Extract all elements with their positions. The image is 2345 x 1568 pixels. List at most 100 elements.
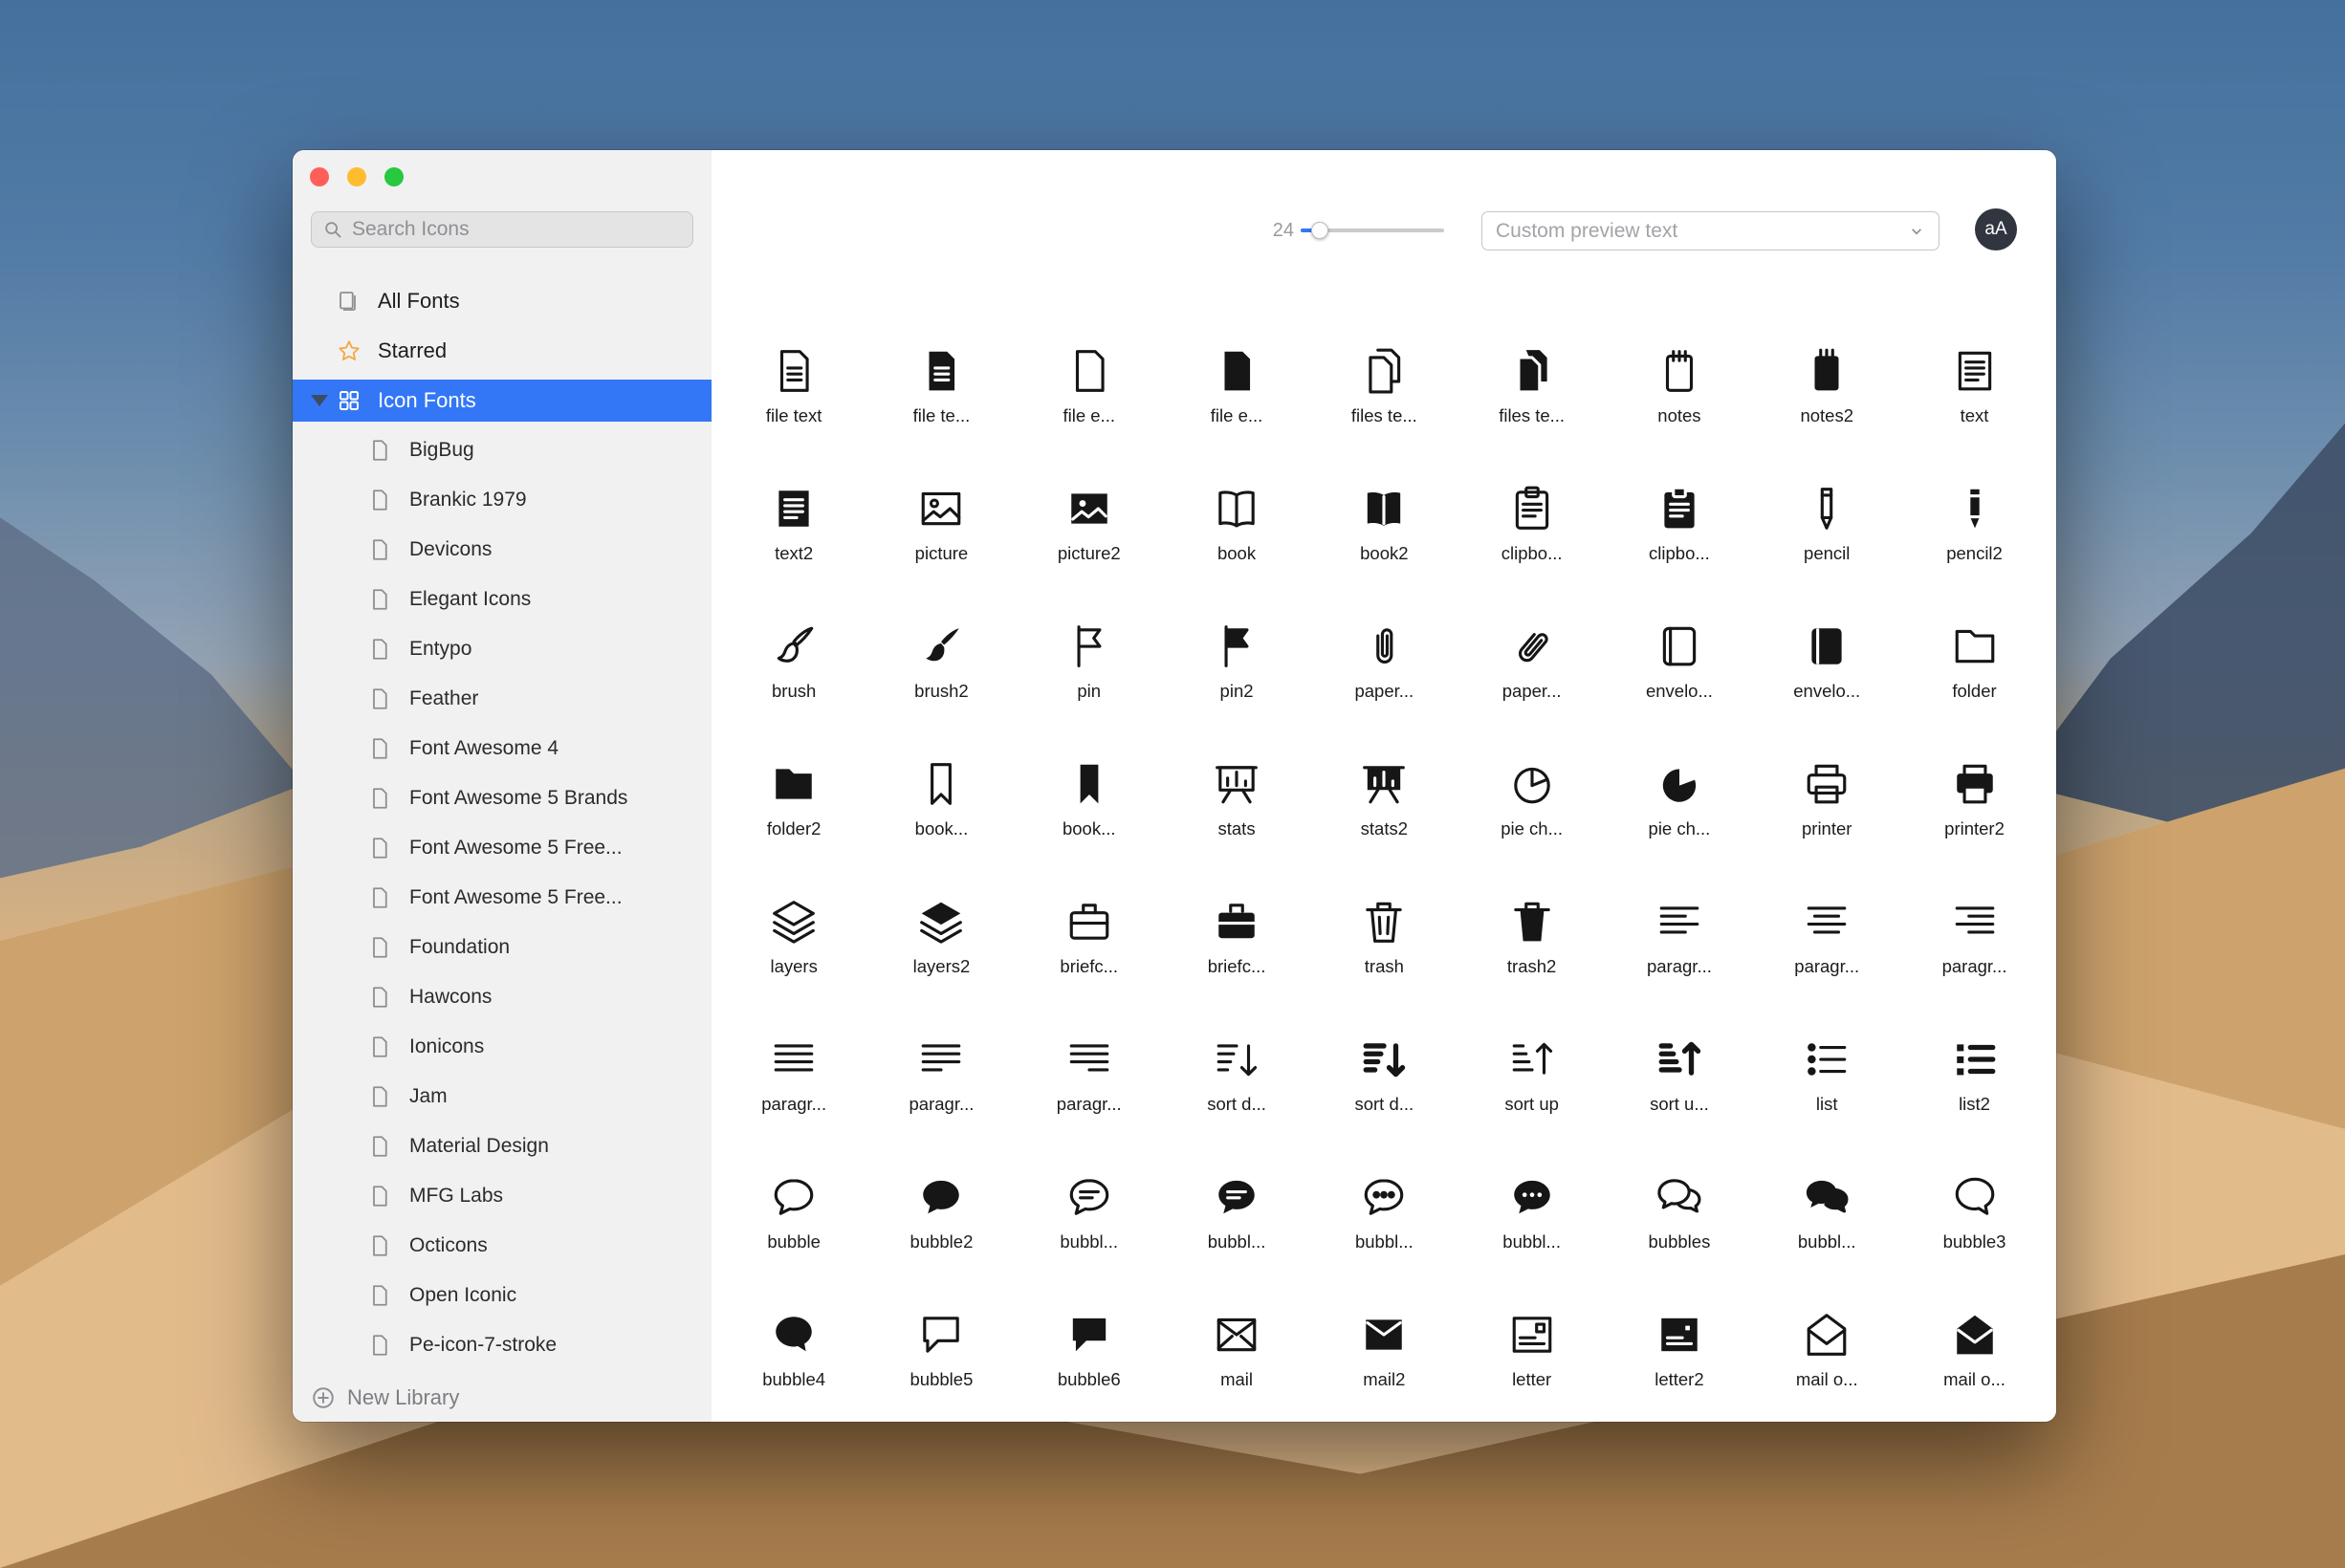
slider-knob[interactable]: [1311, 222, 1328, 239]
sidebar-library-item[interactable]: Jam: [293, 1072, 712, 1122]
sidebar-library-item[interactable]: MFG Labs: [293, 1171, 712, 1221]
icon-cell[interactable]: pencil2: [1900, 443, 2048, 580]
icon-cell[interactable]: file te...: [867, 305, 1015, 443]
icon-cell[interactable]: envelo...: [1753, 580, 1900, 718]
preview-text-dropdown[interactable]: Custom preview text: [1481, 211, 1940, 250]
icon-cell[interactable]: book...: [867, 718, 1015, 856]
icon-cell[interactable]: book2: [1310, 443, 1457, 580]
icon-cell[interactable]: text2: [720, 443, 867, 580]
icon-cell[interactable]: envelo...: [1606, 580, 1753, 718]
icon-cell[interactable]: paragr...: [1606, 856, 1753, 993]
sidebar-item-icon-fonts[interactable]: Icon Fonts: [293, 376, 712, 425]
icon-cell[interactable]: bubble3: [1900, 1131, 2048, 1269]
icon-cell[interactable]: printer: [1753, 718, 1900, 856]
icon-cell[interactable]: bubbl...: [1310, 1131, 1457, 1269]
icon-cell[interactable]: paragr...: [1016, 993, 1163, 1131]
sidebar-library-item[interactable]: Material Design: [293, 1122, 712, 1171]
icon-cell[interactable]: trash: [1310, 856, 1457, 993]
sidebar-library-item[interactable]: Hawcons: [293, 972, 712, 1022]
minimize-button[interactable]: [347, 167, 366, 186]
icon-cell[interactable]: bubble4: [720, 1269, 867, 1406]
search-input[interactable]: Search Icons: [311, 211, 693, 248]
icon-cell[interactable]: text: [1900, 305, 2048, 443]
icon-cell[interactable]: pencil: [1753, 443, 1900, 580]
sidebar-library-item[interactable]: Font Awesome 5 Free...: [293, 823, 712, 873]
icon-cell[interactable]: brush: [720, 580, 867, 718]
icon-cell[interactable]: printer2: [1900, 718, 2048, 856]
sidebar-library-item[interactable]: Ionicons: [293, 1022, 712, 1072]
icon-cell[interactable]: picture: [867, 443, 1015, 580]
icon-cell[interactable]: brush2: [867, 580, 1015, 718]
icon-cell[interactable]: bubble2: [867, 1131, 1015, 1269]
icon-cell[interactable]: notes2: [1753, 305, 1900, 443]
icon-cell[interactable]: paper...: [1310, 580, 1457, 718]
icon-cell[interactable]: file e...: [1163, 305, 1310, 443]
icon-cell[interactable]: sort d...: [1310, 993, 1457, 1131]
icon-cell[interactable]: sort u...: [1606, 993, 1753, 1131]
icon-cell[interactable]: files te...: [1310, 305, 1457, 443]
icon-cell[interactable]: letter: [1457, 1269, 1605, 1406]
icon-cell[interactable]: stats: [1163, 718, 1310, 856]
icon-cell[interactable]: paragr...: [1900, 856, 2048, 993]
icon-cell[interactable]: letter2: [1606, 1269, 1753, 1406]
icon-cell[interactable]: briefc...: [1163, 856, 1310, 993]
new-library-button[interactable]: New Library: [311, 1385, 459, 1410]
icon-cell[interactable]: clipbo...: [1606, 443, 1753, 580]
sidebar-item-all-fonts[interactable]: All Fonts: [293, 276, 712, 326]
icon-cell[interactable]: bubbl...: [1016, 1131, 1163, 1269]
icon-cell[interactable]: book...: [1016, 718, 1163, 856]
icon-cell[interactable]: file e...: [1016, 305, 1163, 443]
sidebar-library-item[interactable]: Brankic 1979: [293, 475, 712, 525]
icon-cell[interactable]: bubble5: [867, 1269, 1015, 1406]
icon-cell[interactable]: folder: [1900, 580, 2048, 718]
icon-cell[interactable]: mail o...: [1753, 1269, 1900, 1406]
icon-cell[interactable]: clipbo...: [1457, 443, 1605, 580]
icon-cell[interactable]: files te...: [1457, 305, 1605, 443]
icon-cell[interactable]: pin: [1016, 580, 1163, 718]
icon-cell[interactable]: layers: [720, 856, 867, 993]
sidebar-library-item[interactable]: Font Awesome 4: [293, 724, 712, 773]
icon-cell[interactable]: list2: [1900, 993, 2048, 1131]
icon-cell[interactable]: sort up: [1457, 993, 1605, 1131]
icon-cell[interactable]: mail: [1163, 1269, 1310, 1406]
icon-cell[interactable]: layers2: [867, 856, 1015, 993]
icon-cell[interactable]: trash2: [1457, 856, 1605, 993]
icon-cell[interactable]: list: [1753, 993, 1900, 1131]
sidebar-library-item[interactable]: Feather: [293, 674, 712, 724]
disclosure-triangle-icon[interactable]: [311, 395, 328, 406]
icon-cell[interactable]: mail2: [1310, 1269, 1457, 1406]
icon-cell[interactable]: file text: [720, 305, 867, 443]
icon-cell[interactable]: mail o...: [1900, 1269, 2048, 1406]
icon-cell[interactable]: paragr...: [720, 993, 867, 1131]
icon-cell[interactable]: picture2: [1016, 443, 1163, 580]
size-slider[interactable]: [1301, 221, 1444, 240]
icon-cell[interactable]: pie ch...: [1457, 718, 1605, 856]
case-toggle-button[interactable]: aA: [1975, 208, 2017, 250]
icon-cell[interactable]: paragr...: [867, 993, 1015, 1131]
icon-cell[interactable]: pie ch...: [1606, 718, 1753, 856]
icon-cell[interactable]: stats2: [1310, 718, 1457, 856]
icon-cell[interactable]: book: [1163, 443, 1310, 580]
icon-cell[interactable]: bubbl...: [1163, 1131, 1310, 1269]
sidebar-library-item[interactable]: Entypo: [293, 624, 712, 674]
sidebar-item-starred[interactable]: Starred: [293, 326, 712, 376]
icon-cell[interactable]: bubbl...: [1457, 1131, 1605, 1269]
sidebar-library-item[interactable]: Font Awesome 5 Free...: [293, 873, 712, 923]
icon-cell[interactable]: bubbl...: [1753, 1131, 1900, 1269]
icon-cell[interactable]: briefc...: [1016, 856, 1163, 993]
sidebar-library-item[interactable]: BigBug: [293, 425, 712, 475]
sidebar-library-item[interactable]: Open Iconic: [293, 1271, 712, 1320]
icon-cell[interactable]: notes: [1606, 305, 1753, 443]
icon-cell[interactable]: bubble: [720, 1131, 867, 1269]
sidebar-library-item[interactable]: Devicons: [293, 525, 712, 575]
sidebar-library-item[interactable]: Elegant Icons: [293, 575, 712, 624]
sidebar-library-item[interactable]: Pe-icon-7-stroke: [293, 1320, 712, 1370]
close-button[interactable]: [310, 167, 329, 186]
icon-cell[interactable]: paper...: [1457, 580, 1605, 718]
icon-cell[interactable]: paragr...: [1753, 856, 1900, 993]
sidebar-library-item[interactable]: Font Awesome 5 Brands: [293, 773, 712, 823]
icon-cell[interactable]: bubble6: [1016, 1269, 1163, 1406]
icon-cell[interactable]: sort d...: [1163, 993, 1310, 1131]
icon-cell[interactable]: pin2: [1163, 580, 1310, 718]
zoom-button[interactable]: [384, 167, 404, 186]
